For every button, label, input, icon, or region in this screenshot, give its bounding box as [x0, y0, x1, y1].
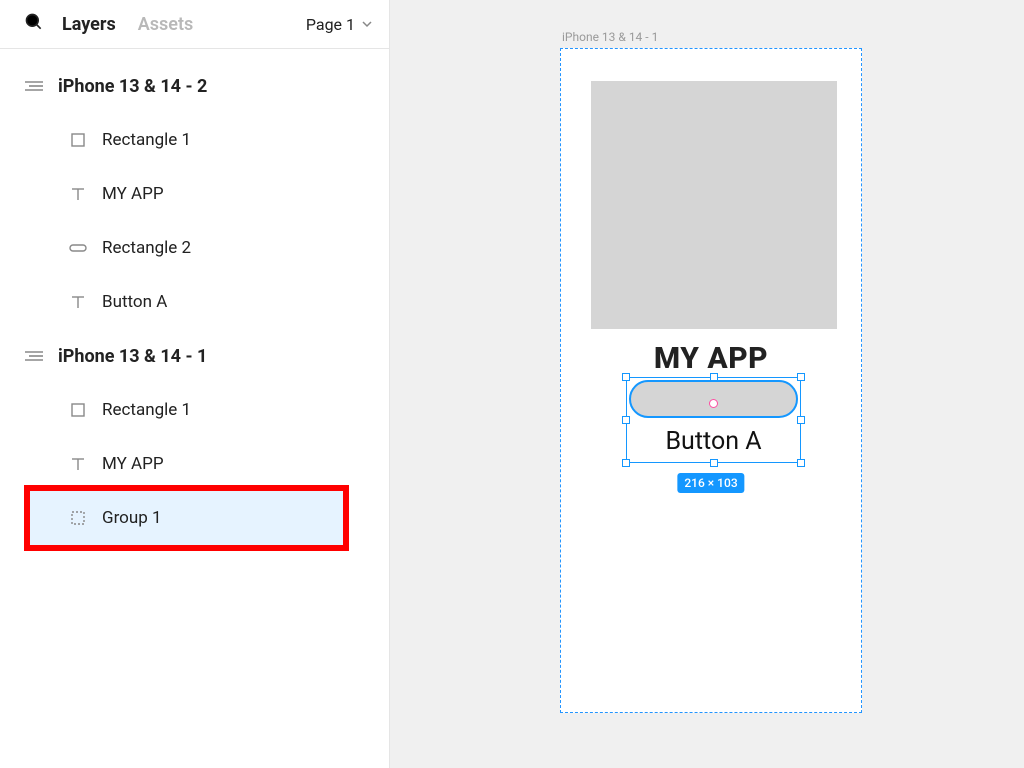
selection-size-badge: 216 × 103 [677, 473, 744, 493]
annotation-highlight: Group 1 [24, 485, 349, 551]
rectangle-icon [68, 402, 88, 418]
layer-frame[interactable]: iPhone 13 & 14 - 1 [0, 329, 389, 383]
layers-panel: Layers Assets Page 1 iPhone 13 & 14 - 2 … [0, 0, 390, 768]
rectangle-icon [68, 132, 88, 148]
resize-handle[interactable] [622, 373, 630, 381]
selection-group[interactable]: Button A [626, 377, 801, 463]
resize-handle[interactable] [622, 459, 630, 467]
text-icon [68, 294, 88, 310]
layer-rectangle[interactable]: Rectangle 1 [0, 113, 389, 167]
layer-label: MY APP [102, 184, 164, 204]
canvas[interactable]: iPhone 13 & 14 - 1 MY APP Button A 216 ×… [390, 0, 1024, 768]
frame-icon [24, 349, 44, 363]
resize-handle[interactable] [622, 416, 630, 424]
layer-rectangle[interactable]: Rectangle 2 [0, 221, 389, 275]
page-label: Page 1 [306, 15, 355, 34]
text-icon [68, 456, 88, 472]
layer-label: Rectangle 2 [102, 238, 191, 258]
layer-label: Rectangle 1 [102, 130, 191, 150]
pill-icon [68, 244, 88, 252]
page-switcher[interactable]: Page 1 [306, 15, 373, 34]
resize-handle[interactable] [710, 459, 718, 467]
layer-text[interactable]: Button A [0, 275, 389, 329]
layer-label: Rectangle 1 [102, 400, 191, 420]
resize-handle[interactable] [797, 373, 805, 381]
app-title-text[interactable]: MY APP [561, 341, 861, 376]
resize-handle[interactable] [710, 373, 718, 381]
layer-label: iPhone 13 & 14 - 2 [58, 76, 207, 97]
layer-label: MY APP [102, 454, 164, 474]
layer-text[interactable]: MY APP [0, 167, 389, 221]
selection-bounds [626, 377, 801, 463]
text-icon [68, 186, 88, 202]
tab-assets[interactable]: Assets [138, 14, 194, 35]
artboard-frame[interactable]: MY APP Button A 216 × 103 [560, 48, 862, 713]
layer-group-selected[interactable]: Group 1 [30, 491, 343, 545]
tab-layers[interactable]: Layers [62, 14, 116, 35]
resize-handle[interactable] [797, 416, 805, 424]
frame-icon [24, 79, 44, 93]
layer-text[interactable]: MY APP [0, 437, 389, 491]
panel-header: Layers Assets Page 1 [0, 0, 389, 49]
placeholder-image-rect[interactable] [591, 81, 837, 329]
layer-tree: iPhone 13 & 14 - 2 Rectangle 1 MY APP Re… [0, 49, 389, 545]
frame-title-label[interactable]: iPhone 13 & 14 - 1 [562, 30, 658, 44]
search-icon[interactable] [24, 12, 44, 36]
layer-label: iPhone 13 & 14 - 1 [58, 346, 207, 367]
layer-rectangle[interactable]: Rectangle 1 [0, 383, 389, 437]
layer-frame[interactable]: iPhone 13 & 14 - 2 [0, 59, 389, 113]
layer-label: Group 1 [102, 508, 162, 528]
resize-handle[interactable] [797, 459, 805, 467]
chevron-down-icon [361, 15, 373, 34]
group-icon [68, 510, 88, 526]
layer-label: Button A [102, 292, 167, 312]
